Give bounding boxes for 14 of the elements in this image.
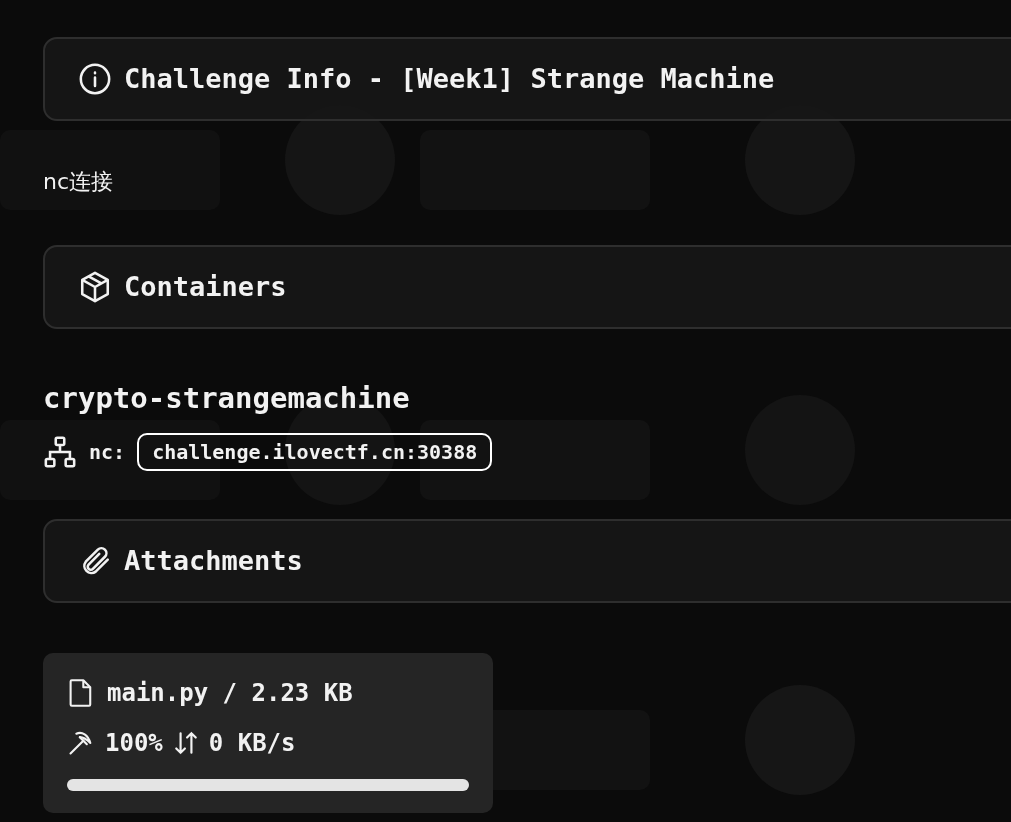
container-name: crypto-strangemachine <box>43 384 411 413</box>
transfer-arrows-icon <box>172 730 199 756</box>
description-text: nc连接 <box>43 171 115 193</box>
file-name[interactable]: main.py / 2.23 KB <box>107 675 353 711</box>
box-icon <box>78 270 112 304</box>
section-title: Challenge Info - [Week1] Strange Machine <box>124 61 775 96</box>
section-title: Attachments <box>124 543 303 578</box>
protocol-label: nc: <box>89 439 126 466</box>
section-title: Containers <box>124 269 287 304</box>
network-icon <box>43 435 77 469</box>
progress-text: 100% <box>105 728 163 759</box>
speed-text: 0 KB/s <box>208 728 296 759</box>
address-link[interactable]: challenge.ilovectf.cn:30388 <box>137 433 493 471</box>
info-icon <box>78 62 112 96</box>
